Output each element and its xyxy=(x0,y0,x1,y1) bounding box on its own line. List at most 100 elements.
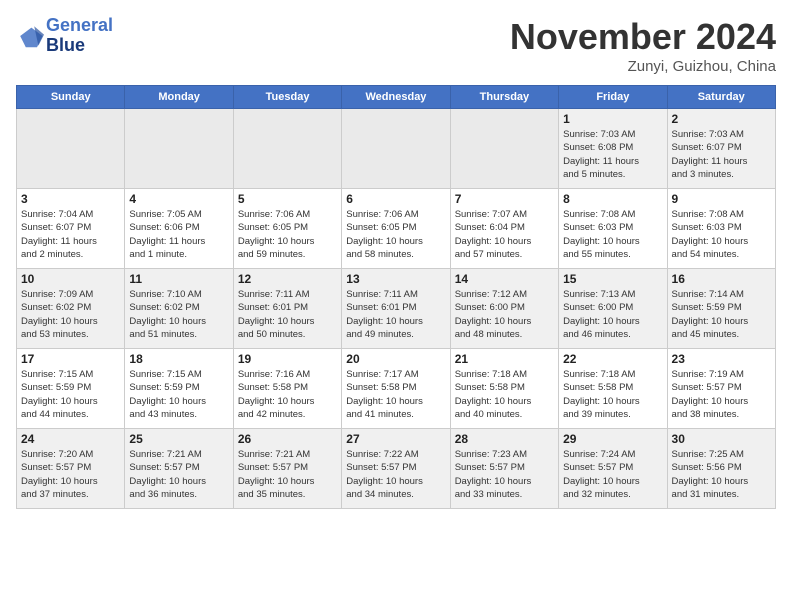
day-info: Sunrise: 7:21 AMSunset: 5:57 PMDaylight:… xyxy=(129,448,228,501)
calendar-cell: 18Sunrise: 7:15 AMSunset: 5:59 PMDayligh… xyxy=(125,349,233,429)
day-info: Sunrise: 7:04 AMSunset: 6:07 PMDaylight:… xyxy=(21,208,120,261)
calendar-cell xyxy=(125,109,233,189)
day-number: 24 xyxy=(21,432,120,446)
day-info: Sunrise: 7:15 AMSunset: 5:59 PMDaylight:… xyxy=(129,368,228,421)
day-info: Sunrise: 7:14 AMSunset: 5:59 PMDaylight:… xyxy=(672,288,771,341)
page: General Blue November 2024 Zunyi, Guizho… xyxy=(0,0,792,612)
calendar-cell: 3 Sunrise: 7:04 AMSunset: 6:07 PMDaylight… xyxy=(17,189,125,269)
calendar-cell: 7 Sunrise: 7:07 AMSunset: 6:04 PMDaylight… xyxy=(450,189,558,269)
calendar-cell: 26 Sunrise: 7:21 AMSunset: 5:57 PMDayligh… xyxy=(233,429,341,509)
day-number: 5 xyxy=(238,192,337,206)
calendar-cell: 8 Sunrise: 7:08 AMSunset: 6:03 PMDaylight… xyxy=(559,189,667,269)
day-number: 4 xyxy=(129,192,228,206)
calendar-cell: 14Sunrise: 7:12 AMSunset: 6:00 PMDayligh… xyxy=(450,269,558,349)
month-title: November 2024 xyxy=(510,16,776,58)
day-number: 12 xyxy=(238,272,337,286)
calendar-cell: 2 Sunrise: 7:03 AMSunset: 6:07 PMDaylight… xyxy=(667,109,775,189)
calendar-cell: 4 Sunrise: 7:05 AMSunset: 6:06 PMDaylight… xyxy=(125,189,233,269)
day-number: 27 xyxy=(346,432,445,446)
logo-text: General Blue xyxy=(46,16,113,56)
calendar-cell: 19 Sunrise: 7:16 AMSunset: 5:58 PMDayligh… xyxy=(233,349,341,429)
weekday-header-wednesday: Wednesday xyxy=(342,86,450,109)
day-info: Sunrise: 7:16 AMSunset: 5:58 PMDaylight:… xyxy=(238,368,337,421)
weekday-header-sunday: Sunday xyxy=(17,86,125,109)
calendar-cell: 20 Sunrise: 7:17 AMSunset: 5:58 PMDayligh… xyxy=(342,349,450,429)
day-info: Sunrise: 7:11 AMSunset: 6:01 PMDaylight:… xyxy=(238,288,337,341)
day-number: 6 xyxy=(346,192,445,206)
weekday-header-thursday: Thursday xyxy=(450,86,558,109)
calendar-cell: 11Sunrise: 7:10 AMSunset: 6:02 PMDayligh… xyxy=(125,269,233,349)
day-number: 23 xyxy=(672,352,771,366)
calendar-cell: 23 Sunrise: 7:19 AMSunset: 5:57 PMDayligh… xyxy=(667,349,775,429)
weekday-header-monday: Monday xyxy=(125,86,233,109)
day-info: Sunrise: 7:12 AMSunset: 6:00 PMDaylight:… xyxy=(455,288,554,341)
day-number: 30 xyxy=(672,432,771,446)
day-info: Sunrise: 7:10 AMSunset: 6:02 PMDaylight:… xyxy=(129,288,228,341)
calendar-cell: 13 Sunrise: 7:11 AMSunset: 6:01 PMDayligh… xyxy=(342,269,450,349)
calendar-cell: 28 Sunrise: 7:23 AMSunset: 5:57 PMDayligh… xyxy=(450,429,558,509)
day-info: Sunrise: 7:11 AMSunset: 6:01 PMDaylight:… xyxy=(346,288,445,341)
calendar-cell: 17 Sunrise: 7:15 AMSunset: 5:59 PMDayligh… xyxy=(17,349,125,429)
day-number: 7 xyxy=(455,192,554,206)
day-info: Sunrise: 7:13 AMSunset: 6:00 PMDaylight:… xyxy=(563,288,662,341)
calendar-week-0: 1 Sunrise: 7:03 AMSunset: 6:08 PMDaylight… xyxy=(17,109,776,189)
logo-icon xyxy=(16,22,44,50)
calendar-cell: 9 Sunrise: 7:08 AMSunset: 6:03 PMDaylight… xyxy=(667,189,775,269)
day-info: Sunrise: 7:08 AMSunset: 6:03 PMDaylight:… xyxy=(672,208,771,261)
calendar-cell xyxy=(342,109,450,189)
calendar-week-4: 24 Sunrise: 7:20 AMSunset: 5:57 PMDayligh… xyxy=(17,429,776,509)
calendar-cell: 24 Sunrise: 7:20 AMSunset: 5:57 PMDayligh… xyxy=(17,429,125,509)
day-info: Sunrise: 7:22 AMSunset: 5:57 PMDaylight:… xyxy=(346,448,445,501)
calendar-cell xyxy=(233,109,341,189)
day-info: Sunrise: 7:17 AMSunset: 5:58 PMDaylight:… xyxy=(346,368,445,421)
calendar-cell: 5 Sunrise: 7:06 AMSunset: 6:05 PMDaylight… xyxy=(233,189,341,269)
day-number: 3 xyxy=(21,192,120,206)
weekday-header-saturday: Saturday xyxy=(667,86,775,109)
day-number: 17 xyxy=(21,352,120,366)
day-number: 21 xyxy=(455,352,554,366)
day-number: 10 xyxy=(21,272,120,286)
day-number: 16 xyxy=(672,272,771,286)
calendar-cell: 27 Sunrise: 7:22 AMSunset: 5:57 PMDayligh… xyxy=(342,429,450,509)
calendar-week-3: 17 Sunrise: 7:15 AMSunset: 5:59 PMDayligh… xyxy=(17,349,776,429)
day-info: Sunrise: 7:15 AMSunset: 5:59 PMDaylight:… xyxy=(21,368,120,421)
day-number: 2 xyxy=(672,112,771,126)
day-number: 29 xyxy=(563,432,662,446)
day-number: 15 xyxy=(563,272,662,286)
day-info: Sunrise: 7:20 AMSunset: 5:57 PMDaylight:… xyxy=(21,448,120,501)
day-info: Sunrise: 7:24 AMSunset: 5:57 PMDaylight:… xyxy=(563,448,662,501)
calendar-cell xyxy=(450,109,558,189)
day-number: 20 xyxy=(346,352,445,366)
day-info: Sunrise: 7:06 AMSunset: 6:05 PMDaylight:… xyxy=(346,208,445,261)
day-info: Sunrise: 7:08 AMSunset: 6:03 PMDaylight:… xyxy=(563,208,662,261)
day-number: 28 xyxy=(455,432,554,446)
weekday-header-friday: Friday xyxy=(559,86,667,109)
calendar-cell: 6 Sunrise: 7:06 AMSunset: 6:05 PMDaylight… xyxy=(342,189,450,269)
calendar-cell: 22Sunrise: 7:18 AMSunset: 5:58 PMDayligh… xyxy=(559,349,667,429)
day-info: Sunrise: 7:19 AMSunset: 5:57 PMDaylight:… xyxy=(672,368,771,421)
day-number: 9 xyxy=(672,192,771,206)
day-info: Sunrise: 7:06 AMSunset: 6:05 PMDaylight:… xyxy=(238,208,337,261)
day-info: Sunrise: 7:25 AMSunset: 5:56 PMDaylight:… xyxy=(672,448,771,501)
day-number: 19 xyxy=(238,352,337,366)
day-number: 26 xyxy=(238,432,337,446)
day-info: Sunrise: 7:18 AMSunset: 5:58 PMDaylight:… xyxy=(563,368,662,421)
day-info: Sunrise: 7:03 AMSunset: 6:07 PMDaylight:… xyxy=(672,128,771,181)
day-info: Sunrise: 7:21 AMSunset: 5:57 PMDaylight:… xyxy=(238,448,337,501)
day-number: 1 xyxy=(563,112,662,126)
calendar-cell xyxy=(17,109,125,189)
day-number: 8 xyxy=(563,192,662,206)
day-info: Sunrise: 7:03 AMSunset: 6:08 PMDaylight:… xyxy=(563,128,662,181)
calendar-week-1: 3 Sunrise: 7:04 AMSunset: 6:07 PMDaylight… xyxy=(17,189,776,269)
calendar-cell: 10 Sunrise: 7:09 AMSunset: 6:02 PMDayligh… xyxy=(17,269,125,349)
day-info: Sunrise: 7:05 AMSunset: 6:06 PMDaylight:… xyxy=(129,208,228,261)
calendar-cell: 16 Sunrise: 7:14 AMSunset: 5:59 PMDayligh… xyxy=(667,269,775,349)
day-info: Sunrise: 7:23 AMSunset: 5:57 PMDaylight:… xyxy=(455,448,554,501)
header: General Blue November 2024 Zunyi, Guizho… xyxy=(16,16,776,75)
day-number: 13 xyxy=(346,272,445,286)
day-info: Sunrise: 7:07 AMSunset: 6:04 PMDaylight:… xyxy=(455,208,554,261)
calendar-header-row: SundayMondayTuesdayWednesdayThursdayFrid… xyxy=(17,86,776,109)
calendar-cell: 21Sunrise: 7:18 AMSunset: 5:58 PMDayligh… xyxy=(450,349,558,429)
day-info: Sunrise: 7:09 AMSunset: 6:02 PMDaylight:… xyxy=(21,288,120,341)
day-number: 25 xyxy=(129,432,228,446)
